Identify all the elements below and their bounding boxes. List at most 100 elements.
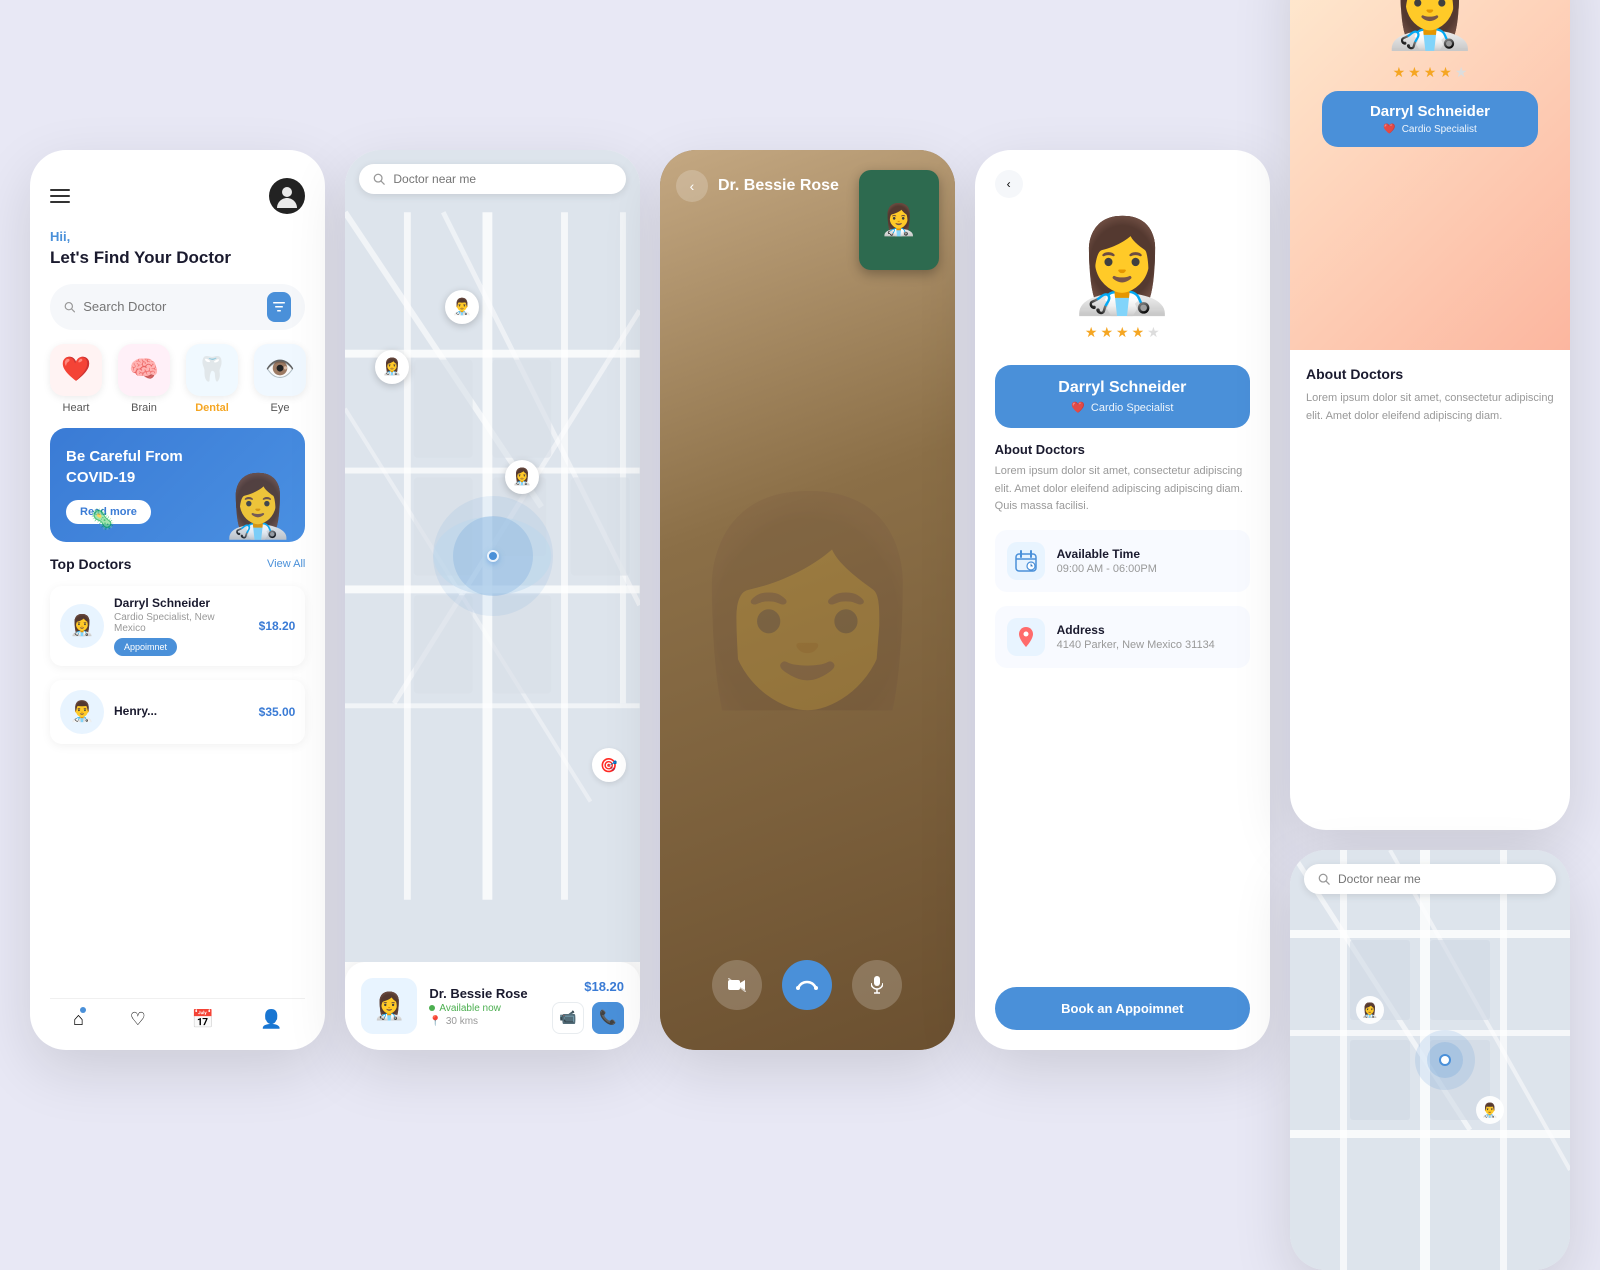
location-icon: 📍	[429, 1016, 441, 1027]
virus-icon: 🦠	[90, 507, 115, 532]
map-pin-3[interactable]: 👩‍⚕️	[505, 460, 539, 494]
nav-profile[interactable]: 👤	[260, 1009, 282, 1030]
profile2-content: About Doctors Lorem ipsum dolor sit amet…	[1290, 350, 1570, 830]
menu-button[interactable]	[50, 189, 70, 203]
about-section: About Doctors Lorem ipsum dolor sit amet…	[995, 442, 1250, 516]
map-small-roads: 👩‍⚕️ 👨‍⚕️	[1290, 850, 1570, 1270]
map-small-background: 👩‍⚕️ 👨‍⚕️	[1290, 850, 1570, 1270]
profile2-specialty: ❤️ Cardio Specialist	[1346, 124, 1514, 135]
address-label: Address	[1057, 623, 1215, 637]
profile2-top: ‹ 👩‍⚕️ ★ ★ ★ ★ ★ Darryl Schneider ❤️ Car…	[1290, 0, 1570, 350]
profile2-about-text: Lorem ipsum dolor sit amet, consectetur …	[1306, 390, 1554, 425]
location-icon-box	[1007, 618, 1045, 656]
phone-call-button[interactable]: 📞	[592, 1002, 624, 1034]
category-dental[interactable]: 🦷 Dental	[186, 344, 238, 414]
nav-home[interactable]: ⌂	[73, 1009, 84, 1030]
home-header	[50, 178, 305, 214]
category-eye-label: Eye	[271, 402, 290, 414]
top-doctors-header: Top Doctors View All	[50, 556, 305, 572]
video-call-title: Dr. Bessie Rose	[718, 177, 839, 195]
category-dental-label: Dental	[195, 402, 229, 414]
map-small-search-input[interactable]	[1338, 872, 1542, 886]
doctor-name-1: Darryl Schneider	[114, 596, 249, 610]
address-row: Address 4140 Parker, New Mexico 31134	[995, 606, 1250, 668]
location-pin-icon	[1017, 626, 1035, 648]
map-search-input[interactable]	[393, 172, 612, 186]
screen-doctor-profile: ‹ 👩‍⚕️ ★ ★ ★ ★ ★ Darryl Schneider ❤️ Car…	[975, 150, 1270, 1050]
search-icon	[64, 300, 75, 314]
map-pin-2[interactable]: 👩‍⚕️	[375, 350, 409, 384]
video-call-button[interactable]: 📹	[552, 1002, 584, 1034]
filter-button[interactable]	[267, 292, 291, 322]
card-actions: 📹 📞	[552, 1002, 624, 1034]
doctor-bottom-card: 👩‍⚕️ Dr. Bessie Rose Available now 📍 30 …	[345, 962, 640, 1050]
greeting-hii: Hii,	[50, 228, 305, 246]
user-avatar[interactable]	[269, 178, 305, 214]
profile-back-button[interactable]: ‹	[995, 170, 1023, 198]
category-brain-label: Brain	[131, 402, 157, 414]
map-small-search-icon	[1318, 873, 1330, 885]
illustration-container: 👩‍⚕️ ★ ★ ★ ★ ★	[1066, 222, 1178, 341]
category-brain[interactable]: 🧠 Brain	[118, 344, 170, 414]
map-pin-1[interactable]: 👨‍⚕️	[445, 290, 479, 324]
category-heart[interactable]: ❤️ Heart	[50, 344, 102, 414]
doctor-profile-card: Darryl Schneider ❤️ Cardio Specialist	[995, 365, 1250, 428]
video-back-button[interactable]: ‹	[676, 170, 708, 202]
appointment-button-1[interactable]: Appoimnet	[114, 638, 177, 656]
svg-text:👩‍⚕️: 👩‍⚕️	[1361, 1002, 1378, 1019]
heart-icon-box: ❤️	[50, 344, 102, 396]
doctor-distance: 📍 30 kms	[429, 1016, 540, 1027]
doctor-spec-1: Cardio Specialist, New Mexico	[114, 612, 249, 634]
user-location-pulse	[453, 516, 533, 596]
star-3: ★	[1116, 324, 1129, 341]
screen-home: Hii, Let's Find Your Doctor ❤️ Heart 🧠 B…	[30, 150, 325, 1050]
doctor-emoji: 👩‍⚕️	[1066, 222, 1178, 312]
eye-icon-box: 👁️	[254, 344, 306, 396]
p2-star-2: ★	[1408, 64, 1421, 81]
profile2-stars: ★ ★ ★ ★ ★	[1393, 64, 1468, 81]
camera-toggle-button[interactable]	[712, 960, 762, 1010]
p2-star-1: ★	[1393, 64, 1406, 81]
doctor-card-2: 👨‍⚕️ Henry... $35.00	[50, 680, 305, 744]
category-eye[interactable]: 👁️ Eye	[254, 344, 306, 414]
nav-calendar[interactable]: 📅	[192, 1009, 214, 1030]
mic-toggle-button[interactable]	[852, 960, 902, 1010]
screen-video-call: 👩 ‹ Dr. Bessie Rose 👩‍⚕️	[660, 150, 955, 1050]
map-area: 👨‍⚕️ 👩‍⚕️ 👩‍⚕️ 🎯	[345, 150, 640, 962]
book-appointment-button[interactable]: Book an Appoimnet	[995, 987, 1250, 1030]
calendar-time-icon	[1015, 550, 1037, 572]
doctor-avatar-1: 👩‍⚕️	[60, 604, 104, 648]
end-call-button[interactable]	[782, 960, 832, 1010]
available-time-info: Available Time 09:00 AM - 06:00PM	[1057, 547, 1157, 575]
covid-banner: Be Careful From COVID-19 Read more 👩‍⚕️ …	[50, 428, 305, 542]
doctor-info-2: Henry...	[114, 704, 249, 720]
greeting: Hii, Let's Find Your Doctor	[50, 228, 305, 270]
picture-in-picture-video: 👩‍⚕️	[859, 170, 939, 270]
doctor-illustration: 👩‍⚕️ ★ ★ ★ ★ ★	[995, 212, 1250, 351]
svg-text:👨‍⚕️: 👨‍⚕️	[1481, 1102, 1498, 1119]
video-background: 👩	[660, 150, 955, 1050]
address-value: 4140 Parker, New Mexico 31134	[1057, 639, 1215, 651]
heart-spec-icon-2: ❤️	[1383, 124, 1395, 135]
map-search-bar[interactable]	[359, 164, 626, 194]
doctor-name-2: Henry...	[114, 704, 249, 718]
doctor-card-info: Dr. Bessie Rose Available now 📍 30 kms	[429, 986, 540, 1027]
p2-star-4: ★	[1439, 64, 1452, 81]
doctor-profile-name: Darryl Schneider	[1011, 379, 1234, 397]
map-small-search-bar[interactable]	[1304, 864, 1556, 894]
right-column: ‹ 👩‍⚕️ ★ ★ ★ ★ ★ Darryl Schneider ❤️ Car…	[1290, 0, 1570, 1270]
profile2-name: Darryl Schneider	[1346, 103, 1514, 120]
map-target-icon[interactable]: 🎯	[592, 748, 626, 782]
screen-map-small: 👩‍⚕️ 👨‍⚕️	[1290, 850, 1570, 1270]
search-input[interactable]	[83, 299, 259, 314]
p2-star-5: ★	[1455, 64, 1468, 81]
available-time-value: 09:00 AM - 06:00PM	[1057, 563, 1157, 575]
dental-icon-box: 🦷	[186, 344, 238, 396]
nav-favorites[interactable]: ♡	[130, 1009, 146, 1030]
star-5: ★	[1147, 324, 1160, 341]
map-search-icon	[373, 173, 385, 185]
view-all-link[interactable]: View All	[267, 558, 305, 570]
p2-star-3: ★	[1424, 64, 1437, 81]
search-bar[interactable]	[50, 284, 305, 330]
star-4: ★	[1132, 324, 1145, 341]
